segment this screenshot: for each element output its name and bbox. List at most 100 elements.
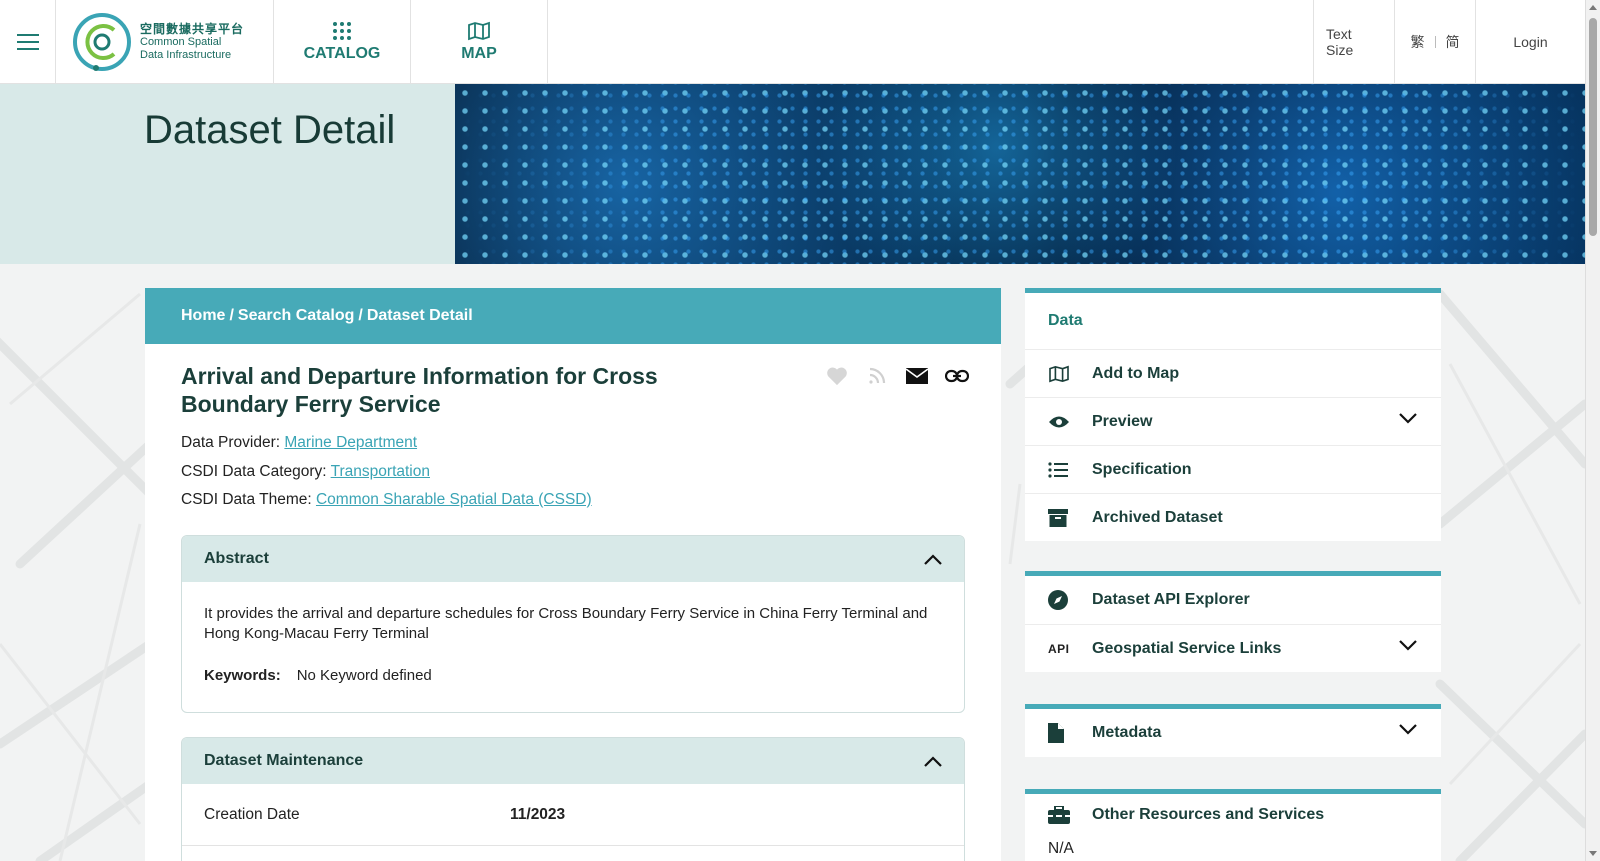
sidebar-item-metadata[interactable]: Metadata — [1025, 709, 1441, 757]
file-icon — [1048, 723, 1064, 743]
creation-date-label: Creation Date — [204, 805, 300, 823]
abstract-header[interactable]: Abstract — [182, 536, 964, 582]
creation-date-value: 11/2023 — [510, 805, 566, 823]
hero-title-panel: Dataset Detail — [0, 84, 455, 264]
dataset-title: Arrival and Departure Information for Cr… — [181, 363, 658, 417]
data-category-line: CSDI Data Category: Transportation — [181, 463, 430, 481]
abstract-heading: Abstract — [204, 550, 269, 567]
logo-en-2: Data Infrastructure — [140, 48, 232, 61]
scroll-down-icon[interactable] — [1589, 851, 1597, 856]
maintenance-accordion: Dataset Maintenance Creation Date 11/202… — [181, 737, 965, 861]
sidebar-item-archived-dataset[interactable]: Archived Dataset — [1025, 493, 1441, 541]
rss-icon — [869, 367, 886, 384]
text-size-button[interactable]: Text Size — [1313, 0, 1394, 84]
menu-button[interactable] — [0, 0, 56, 84]
chevron-down-icon — [1399, 640, 1417, 651]
eye-icon — [1049, 416, 1069, 427]
creation-date-row: Creation Date 11/2023 — [182, 784, 964, 846]
sidebar-item-label: Other Resources and Services — [1092, 806, 1325, 823]
abstract-text: It provides the arrival and departure sc… — [204, 605, 928, 642]
nav-map-label: MAP — [461, 45, 497, 62]
lang-simplified[interactable]: 简 — [1446, 32, 1460, 52]
breadcrumb-sep-1: / — [229, 307, 234, 324]
sidebar-other-card: Other Resources and Services N/A — [1025, 789, 1441, 861]
page-scrollbar[interactable] — [1585, 0, 1600, 861]
sidebar-item-specification[interactable]: Specification — [1025, 445, 1441, 493]
lang-divider — [1434, 36, 1436, 48]
scroll-up-icon[interactable] — [1589, 5, 1597, 10]
maintenance-header[interactable]: Dataset Maintenance — [182, 738, 964, 784]
data-theme-line: CSDI Data Theme: Common Sharable Spatial… — [181, 491, 592, 509]
favorite-button[interactable] — [825, 364, 849, 388]
sidebar-item-label: Add to Map — [1092, 364, 1180, 382]
sidebar-item-label: Archived Dataset — [1092, 508, 1223, 526]
keywords-label: Keywords: — [204, 667, 281, 684]
sidebar-item-add-to-map[interactable]: Add to Map — [1025, 349, 1441, 397]
sidebar-item-label: Preview — [1092, 412, 1153, 430]
other-resources-value: N/A — [1048, 840, 1074, 857]
breadcrumb-search-catalog[interactable]: Search Catalog — [238, 307, 354, 325]
login-button[interactable]: Login — [1475, 0, 1585, 84]
map-icon — [468, 21, 490, 41]
keywords-value: No Keyword defined — [296, 667, 432, 684]
keywords-row: Keywords: No Keyword defined — [204, 666, 942, 686]
chevron-down-icon — [1399, 413, 1417, 424]
header-right: Text Size 繁 简 Login — [1313, 0, 1585, 84]
scroll-thumb[interactable] — [1589, 18, 1597, 236]
csdi-logo[interactable]: 空間數據共享平台 Common Spatial Data Infrastruct… — [56, 0, 274, 84]
logo-cn: 空間數據共享平台 — [140, 21, 245, 36]
nav-catalog-label: CATALOG — [303, 45, 381, 62]
chevron-up-icon — [924, 755, 942, 767]
chevron-up-icon — [924, 553, 942, 565]
map-icon — [1049, 365, 1069, 382]
data-provider-link[interactable]: Marine Department — [284, 434, 417, 451]
page-title: Dataset Detail — [144, 108, 396, 152]
hero-banner-image — [455, 84, 1585, 264]
sidebar-item-geospatial-service-links[interactable]: API Geospatial Service Links — [1025, 624, 1441, 672]
list-icon — [1048, 461, 1068, 478]
sidebar-item-label: Metadata — [1092, 724, 1162, 741]
sidebar-item-label: Specification — [1092, 460, 1192, 478]
sidebar-item-label: Geospatial Service Links — [1092, 639, 1282, 657]
sidebar-metadata-card: Metadata — [1025, 704, 1441, 757]
rss-button[interactable] — [865, 364, 889, 388]
logo-en-1: Common Spatial — [140, 35, 222, 48]
sidebar-item-other-resources[interactable]: Other Resources and Services — [1025, 794, 1441, 836]
nav-map[interactable]: MAP — [411, 0, 548, 84]
link-icon — [945, 369, 969, 383]
archive-box-icon — [1048, 508, 1068, 527]
chevron-down-icon — [1399, 724, 1417, 735]
main-panel: Home / Search Catalog / Dataset Detail A… — [145, 288, 1001, 861]
logo-text: 空間數據共享平台 Common Spatial Data Infrastruct… — [140, 21, 245, 62]
envelope-icon — [906, 368, 928, 384]
data-provider-label: Data Provider: — [181, 434, 281, 451]
sidebar-api-card: Dataset API Explorer API Geospatial Serv… — [1025, 571, 1441, 672]
header-spacer — [548, 0, 1313, 83]
top-header: 空間數據共享平台 Common Spatial Data Infrastruct… — [0, 0, 1585, 84]
sidebar-item-dataset-api-explorer[interactable]: Dataset API Explorer — [1025, 576, 1441, 624]
abstract-accordion: Abstract It provides the arrival and dep… — [181, 535, 965, 713]
data-category-link[interactable]: Transportation — [331, 463, 430, 480]
language-switcher: 繁 简 — [1394, 0, 1475, 84]
sidebar-item-preview[interactable]: Preview — [1025, 397, 1441, 445]
data-theme-label: CSDI Data Theme: — [181, 491, 312, 508]
heart-icon — [827, 367, 847, 386]
breadcrumb-current: Dataset Detail — [366, 307, 473, 324]
copy-link-button[interactable] — [945, 364, 969, 388]
nav-catalog[interactable]: CATALOG — [274, 0, 411, 84]
breadcrumb: Home / Search Catalog / Dataset Detail — [145, 288, 1001, 344]
maintenance-heading: Dataset Maintenance — [204, 752, 364, 769]
toolbox-icon — [1048, 806, 1070, 824]
lang-traditional[interactable]: 繁 — [1411, 32, 1425, 52]
sidebar-item-label: Dataset API Explorer — [1092, 591, 1250, 608]
csdi-logo-icon — [73, 13, 131, 71]
email-button[interactable] — [905, 364, 929, 388]
breadcrumb-home[interactable]: Home — [181, 307, 225, 325]
sidebar-data-caption: Data — [1048, 312, 1083, 329]
api-icon: API — [1048, 641, 1070, 656]
dataset-actions — [825, 364, 969, 388]
grid-dots-icon — [333, 22, 351, 40]
data-theme-link[interactable]: Common Sharable Spatial Data (CSSD) — [316, 491, 592, 508]
data-provider-line: Data Provider: Marine Department — [181, 434, 417, 452]
sidebar-data-card: Data Add to Map Preview Specification Ar… — [1025, 288, 1441, 541]
